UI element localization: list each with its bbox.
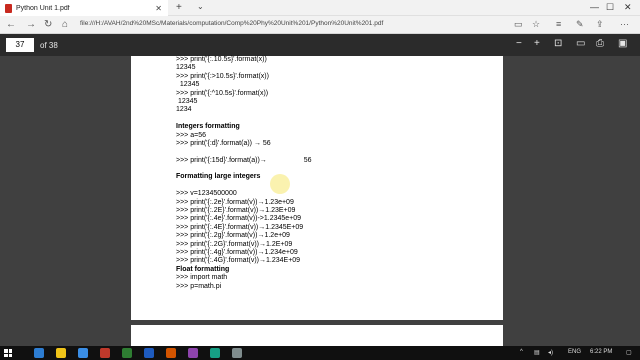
- minimize-button[interactable]: —: [590, 2, 599, 12]
- more-options-icon[interactable]: ···: [620, 19, 629, 29]
- app-taskbar-icon-2[interactable]: [210, 348, 220, 358]
- pdf-page: >>> print('{:.10.5s}'.format(x)) 12345 >>>…: [131, 56, 503, 320]
- store-taskbar-icon[interactable]: [78, 348, 88, 358]
- app-taskbar-icon[interactable]: [188, 348, 198, 358]
- code-line: >>> print('{:.2g}'.format(v))→1.2e+09: [176, 232, 290, 240]
- code-line: >>> a=56: [176, 131, 206, 139]
- code-line: >>> print('{:d}'.format(a)) → 56: [176, 139, 271, 147]
- code-line: >>> print('{:.4E}'.format(v))→1.2345E+09: [176, 223, 304, 231]
- code-line: >>> print('{:^10.5s}'.format(x)): [176, 89, 269, 97]
- refresh-icon[interactable]: ↻: [44, 19, 52, 30]
- tray-arrow-icon[interactable]: ^: [520, 349, 523, 355]
- new-tab-button[interactable]: +: [176, 2, 182, 13]
- hub-icon[interactable]: ≡: [556, 19, 561, 29]
- clock[interactable]: 6:22 PM: [590, 349, 612, 355]
- code-line: >>> print('{:.2E}'.format(v))→1.23E+09: [176, 207, 296, 215]
- windows-start-icon[interactable]: [4, 349, 12, 357]
- zoom-in-icon[interactable]: +: [534, 38, 540, 49]
- code-line: >>> print('{:.4g}'.format(v))→1.234e+09: [176, 248, 298, 256]
- forward-arrow-icon[interactable]: →: [26, 19, 36, 30]
- browser-tab[interactable]: Python Unit 1.pdf ✕: [0, 0, 168, 16]
- code-line: >>> print('{:.4e}'.format(v))->1.2345e+0…: [176, 215, 302, 223]
- media-taskbar-icon[interactable]: [100, 348, 110, 358]
- edge-taskbar-icon[interactable]: [34, 348, 44, 358]
- print-icon[interactable]: ⎙: [596, 38, 604, 49]
- fit-to-page-icon[interactable]: ⊡: [554, 38, 562, 49]
- section-heading: Formatting large integers: [176, 173, 261, 181]
- powerpoint-taskbar-icon[interactable]: [166, 348, 176, 358]
- code-line: 12345: [176, 64, 196, 72]
- reading-view-icon[interactable]: ▭: [514, 19, 523, 30]
- code-line: >>> import math: [176, 274, 228, 282]
- address-bar: ← → ↻ ⌂ file:///H:/AVAH/2nd%20MSc/Materi…: [0, 16, 640, 34]
- code-line: >>> p=math.pi: [176, 282, 222, 290]
- cursor-highlight: [270, 174, 290, 194]
- page-number-input[interactable]: 37: [6, 38, 34, 52]
- code-line: >>> print('{:.2e}'.format(v))→1.23e+09: [176, 198, 294, 206]
- web-note-icon[interactable]: ✎: [576, 19, 584, 30]
- title-bar: Python Unit 1.pdf ✕ + ⌄ — ☐ ✕: [0, 0, 640, 16]
- code-line: 12345: [176, 81, 200, 89]
- page-content: >>> print('{:.10.5s}'.format(x)) 12345 >>>…: [176, 56, 496, 291]
- section-heading: Float formatting: [176, 265, 230, 273]
- section-heading: Integers formatting: [176, 123, 240, 131]
- home-icon[interactable]: ⌂: [62, 19, 68, 30]
- code-line: >>> print('{:15d}'.format(a))→ 56: [176, 156, 312, 164]
- share-icon[interactable]: ⇪: [596, 19, 604, 30]
- pdf-file-icon: [5, 3, 12, 13]
- file-explorer-taskbar-icon[interactable]: [56, 348, 66, 358]
- code-line: >>> print('{:.4G}'.format(v))→1.234E+09: [176, 257, 301, 265]
- code-line: 1234: [176, 106, 192, 114]
- close-window-button[interactable]: ✕: [624, 2, 632, 13]
- tab-close-icon[interactable]: ✕: [155, 4, 162, 13]
- taskbar: ^ ▤ ◂) ENG 6:22 PM ▢: [0, 346, 640, 360]
- volume-icon[interactable]: ◂): [548, 349, 553, 356]
- favorite-star-icon[interactable]: ☆: [532, 19, 540, 30]
- excel-taskbar-icon[interactable]: [122, 348, 132, 358]
- code-line: >>> print('{:>10.5s}'.format(x)): [176, 72, 269, 80]
- code-line: >>> v=1234500000: [176, 190, 237, 198]
- word-taskbar-icon[interactable]: [144, 348, 154, 358]
- layout-icon[interactable]: ▭: [576, 38, 585, 49]
- notifications-icon[interactable]: ▢: [626, 349, 632, 356]
- tab-list-chevron-icon[interactable]: ⌄: [197, 2, 204, 11]
- page-total-label: of 38: [40, 41, 58, 50]
- back-arrow-icon[interactable]: ←: [6, 19, 16, 30]
- url-field[interactable]: file:///H:/AVAH/2nd%20MSc/Materials/comp…: [80, 20, 383, 27]
- app-taskbar-icon-3[interactable]: [232, 348, 242, 358]
- tab-title: Python Unit 1.pdf: [16, 4, 70, 12]
- pdf-toolbar: 37 of 38 − + ⊡ ▭ ⎙ ▣: [0, 34, 640, 56]
- zoom-out-icon[interactable]: −: [516, 38, 522, 49]
- save-icon[interactable]: ▣: [618, 38, 627, 49]
- network-icon[interactable]: ▤: [534, 349, 540, 356]
- maximize-button[interactable]: ☐: [606, 2, 614, 13]
- document-viewport[interactable]: >>> print('{:.10.5s}'.format(x)) 12345 >>>…: [0, 56, 640, 346]
- code-line: >>> print('{:.2G}'.format(v))→1.2E+09: [176, 240, 293, 248]
- code-line: >>> print('{:.10.5s}'.format(x)): [176, 56, 267, 63]
- code-line: 12345: [176, 97, 198, 105]
- language-indicator[interactable]: ENG: [568, 349, 581, 355]
- pdf-next-page: [131, 325, 503, 346]
